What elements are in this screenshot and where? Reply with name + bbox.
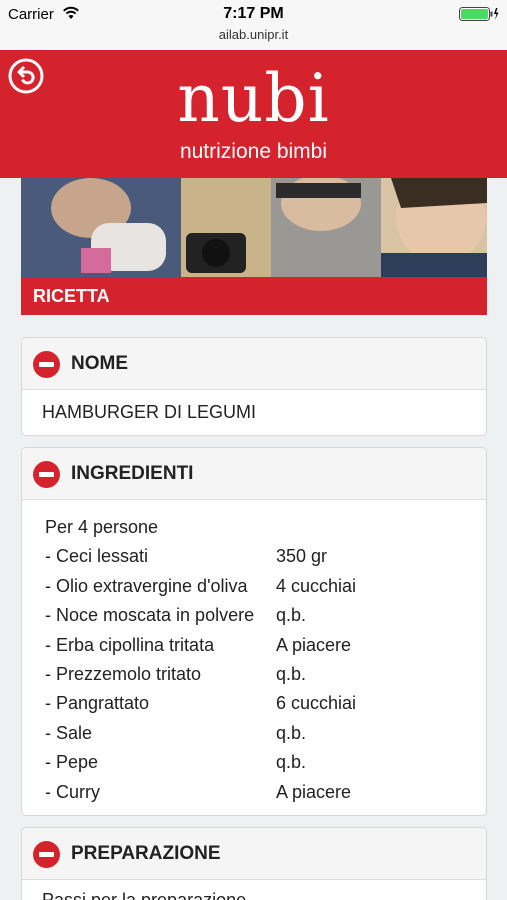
preparazione-title: PREPARAZIONE xyxy=(71,843,221,864)
ingredient-row: - Noce moscata in polvere q.b. xyxy=(45,601,486,630)
ingredient-qty: A piacere xyxy=(276,634,352,655)
recipe-name: HAMBURGER DI LEGUMI xyxy=(42,402,257,422)
app-subtitle: nutrizione bimbi xyxy=(179,140,328,163)
ingredient-qty: 350 gr xyxy=(276,546,328,567)
ingredienti-card: INGREDIENTI Per 4 persone - Ceci lessati… xyxy=(21,447,487,816)
ingredienti-card-header[interactable]: INGREDIENTI xyxy=(22,448,486,500)
ingredient-name: - Sale xyxy=(45,722,93,743)
ingredient-row: - Olio extravergine d'oliva 4 cucchiai xyxy=(45,572,486,601)
status-time: 7:17 PM xyxy=(223,5,284,22)
preparazione-card: PREPARAZIONE Passi per la preparazione xyxy=(21,827,487,900)
minus-circle-icon[interactable] xyxy=(33,841,60,868)
ingredient-qty: 6 cucchiai xyxy=(276,693,357,714)
status-bar: Carrier 7:17 PM ailab.unipr.it xyxy=(0,0,507,50)
ingredient-row: - Erba cipollina tritata A piacere xyxy=(45,631,486,660)
nome-card: NOME HAMBURGER DI LEGUMI xyxy=(21,337,487,436)
ingredient-qty: q.b. xyxy=(276,663,307,684)
nome-card-header[interactable]: NOME xyxy=(22,338,486,390)
preparation-text: Passi per la preparazione xyxy=(42,890,247,900)
battery-icon xyxy=(459,7,499,21)
ingredient-name: - Olio extravergine d'oliva xyxy=(45,575,248,596)
nome-title: NOME xyxy=(71,353,128,374)
section-title-bar: RICETTA xyxy=(21,277,487,315)
persons-line: Per 4 persone xyxy=(45,513,486,542)
ingredient-name: - Erba cipollina tritata xyxy=(45,634,215,655)
ingredienti-title: INGREDIENTI xyxy=(71,463,194,484)
preparazione-card-header[interactable]: PREPARAZIONE xyxy=(22,828,486,880)
address-url[interactable]: ailab.unipr.it xyxy=(0,27,507,42)
ingredient-name: - Ceci lessati xyxy=(45,546,149,567)
ingredient-row: - Prezzemolo tritato q.b. xyxy=(45,660,486,689)
ingredient-qty: q.b. xyxy=(276,752,307,773)
minus-circle-icon[interactable] xyxy=(33,351,60,378)
app-logo: nubi xyxy=(177,60,330,137)
ingredient-qty: q.b. xyxy=(276,605,307,626)
persons-label: Per 4 persone xyxy=(45,517,159,537)
ingredient-name: - Noce moscata in polvere xyxy=(45,605,255,626)
ingredient-name: - Pangrattato xyxy=(45,693,150,714)
ingredient-name: - Prezzemolo tritato xyxy=(45,663,202,684)
minus-circle-icon[interactable] xyxy=(33,461,60,488)
ingredient-name: - Pepe xyxy=(45,752,99,773)
ingredient-qty: A piacere xyxy=(276,781,352,802)
section-title: RICETTA xyxy=(33,286,110,306)
ingredient-row: - Pepe q.b. xyxy=(45,748,486,777)
ingredient-qty: q.b. xyxy=(276,722,307,743)
ingredient-row: - Pangrattato 6 cucchiai xyxy=(45,689,486,718)
ingredient-row: - Ceci lessati 350 gr xyxy=(45,542,486,571)
ingredient-qty: 4 cucchiai xyxy=(276,575,357,596)
ingredient-row: - Sale q.b. xyxy=(45,719,486,748)
ingredient-name: - Curry xyxy=(45,781,100,802)
ingredient-row: - Curry A piacere xyxy=(45,778,486,807)
hero-photo xyxy=(21,178,487,277)
